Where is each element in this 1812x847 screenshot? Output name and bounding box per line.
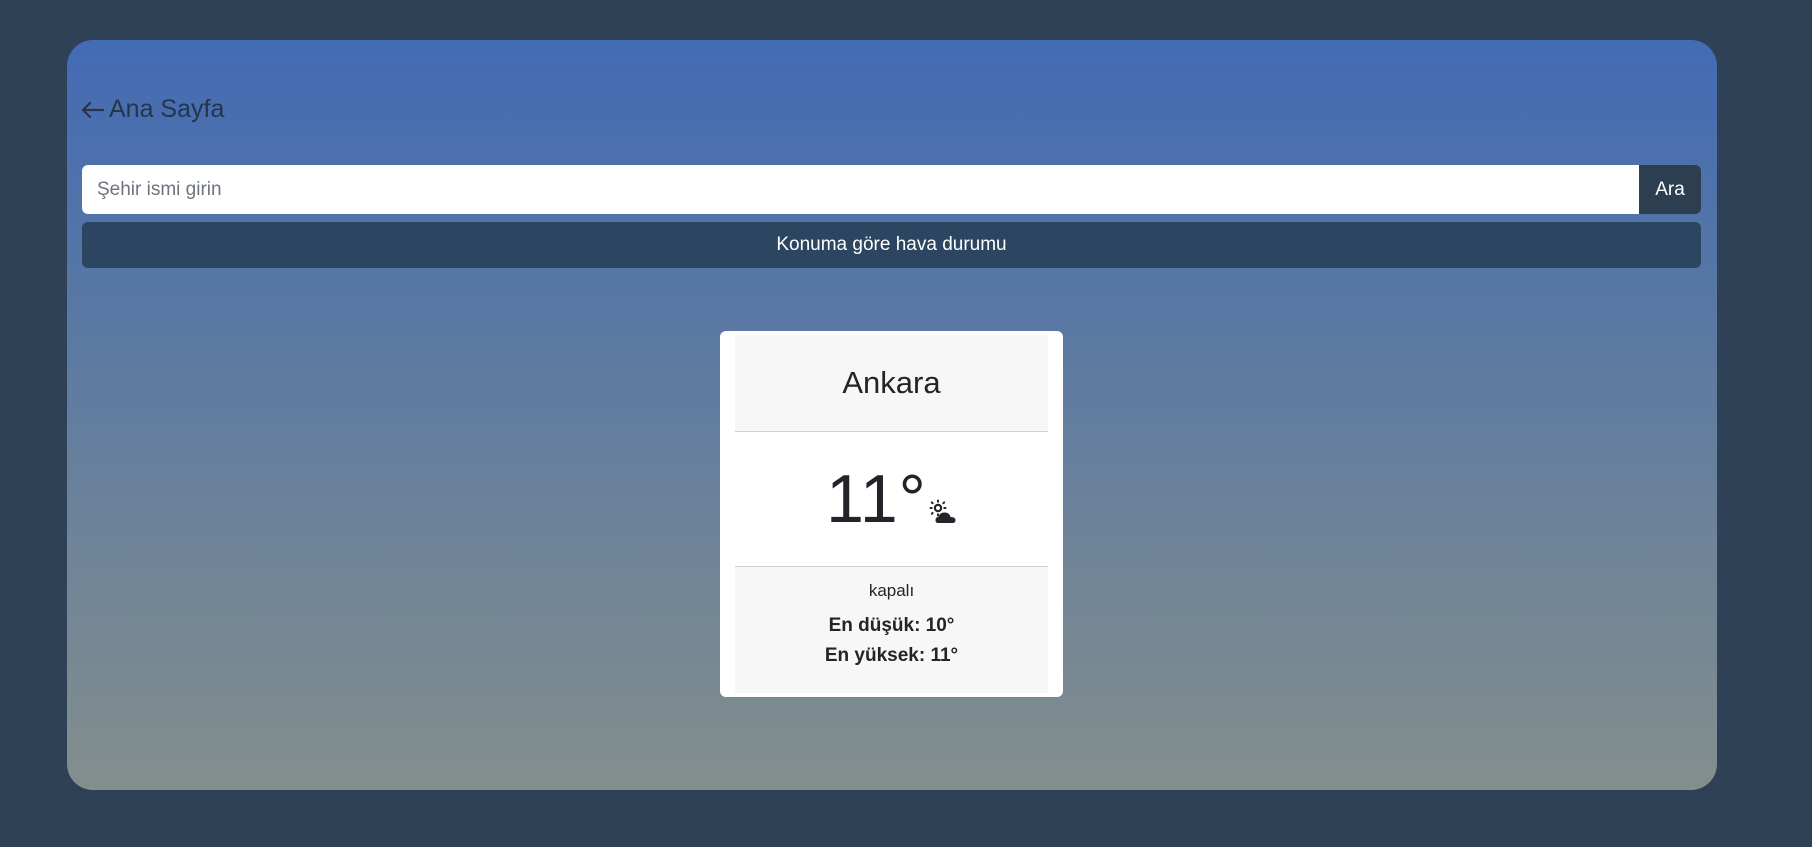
weather-card: Ankara 11° kapalı En düşük: 10° En yükse… [720,331,1063,697]
back-home-link[interactable]: Ana Sayfa [81,95,224,124]
weather-description: kapalı [868,581,915,600]
search-button[interactable]: Ara [1639,165,1701,214]
city-search-input[interactable] [82,165,1639,214]
temperature-value: 11° [826,461,927,537]
location-weather-button[interactable]: Konuma göre hava durumu [82,222,1701,268]
weather-card-inner: Ankara 11° kapalı En düşük: 10° En yükse… [735,335,1048,693]
weather-card-header: Ankara [735,335,1048,432]
weather-card-footer: kapalı En düşük: 10° En yüksek: 11° [735,566,1048,693]
city-name: Ankara [842,365,941,400]
back-home-label: Ana Sayfa [109,95,225,123]
max-temperature: En yüksek: 11° [824,645,959,666]
weather-app-panel: Ana Sayfa Ara Konuma göre hava durumu An… [67,40,1717,790]
arrow-left-icon [81,101,105,118]
search-bar: Ara [82,165,1701,214]
weather-card-body: 11° [735,432,1048,566]
min-temperature: En düşük: 10° [828,615,955,636]
cloud-sun-icon [929,499,956,523]
